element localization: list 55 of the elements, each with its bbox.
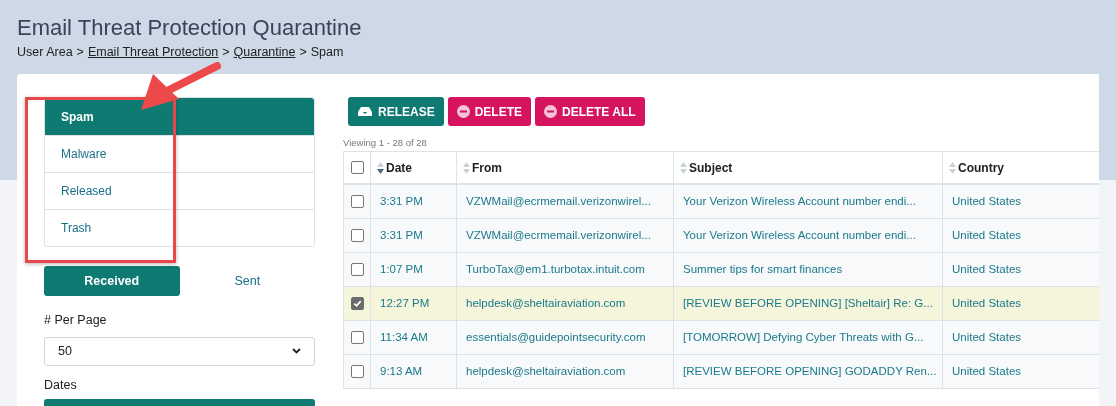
viewing-count: Viewing 1 - 28 of 28	[343, 136, 427, 148]
table-cell-text: essentials@guidepointsecurity.com	[466, 329, 646, 345]
breadcrumb-separator: >	[76, 43, 84, 61]
per-page-select[interactable]: 50	[44, 336, 315, 366]
breadcrumb-separator: >	[299, 43, 307, 61]
table-row[interactable]: 9:13 AM helpdesk@sheltairaviation.com [REVIEW BEFORE OPENING] GODADDY Ren... United States	[344, 355, 1099, 389]
table-cell-text: helpdesk@sheltairaviation.com	[466, 363, 626, 379]
table-cell-text: [REVIEW BEFORE OPENING] [Sheltair] Re: G...	[683, 295, 933, 311]
table-cell-text: United States	[952, 227, 1022, 243]
table-cell-text: [TOMORROW] Defying Cyber Threats with G...	[683, 329, 924, 345]
table-cell-text: TurboTax@em1.turbotax.intuit.com	[466, 261, 645, 277]
table-row[interactable]: 1:07 PM TurboTax@em1.turbotax.intuit.com Summer tips for smart finances United States	[344, 253, 1099, 287]
table-row[interactable]: 3:31 PM VZWMail@ecrmemail.verizonwirel... Your Verizon Wireless Account number endi... United States	[344, 219, 1099, 253]
folder-item[interactable]: Trash	[45, 209, 314, 246]
table-cell-text: VZWMail@ecrmemail.verizonwirel...	[466, 227, 651, 243]
folder-item[interactable]: Spam	[45, 98, 314, 135]
table-cell-text: helpdesk@sheltairaviation.com	[466, 295, 626, 311]
table-cell-text: 3:31 PM	[380, 193, 423, 209]
breadcrumb-item: Spam	[310, 43, 344, 61]
table-cell-text: 11:34 AM	[380, 329, 428, 345]
table-cell-text: Summer tips for smart finances	[683, 261, 843, 277]
breadcrumb-link[interactable]: Quarantine	[233, 42, 296, 62]
column-header[interactable]: Country	[958, 158, 1004, 177]
folder-item[interactable]: Released	[45, 172, 314, 209]
table-row[interactable]: 12:27 PM helpdesk@sheltairaviation.com [REVIEW BEFORE OPENING] [Sheltair] Re: G... United States	[344, 287, 1099, 321]
table-cell-text: 3:31 PM	[380, 227, 423, 243]
table-row[interactable]: 11:34 AM essentials@guidepointsecurity.com [TOMORROW] Defying Cyber Threats with G... United States	[344, 321, 1099, 355]
breadcrumb-item: User Area	[17, 43, 73, 61]
column-header[interactable]: Subject	[689, 158, 733, 177]
page-title: Email Threat Protection Quarantine	[17, 14, 362, 42]
per-page-label: # Per Page	[44, 312, 107, 329]
table-cell-text: 9:13 AM	[380, 363, 423, 379]
table-cell-text: United States	[952, 329, 1022, 345]
column-header[interactable]: From	[472, 158, 502, 177]
table-cell-text: United States	[952, 261, 1022, 277]
direction-tab[interactable]: Sent	[179, 266, 315, 296]
table-cell-text: VZWMail@ecrmemail.verizonwirel...	[466, 193, 651, 209]
action-button[interactable]: DELETE	[447, 97, 532, 126]
table-row[interactable]: 3:31 PM VZWMail@ecrmemail.verizonwirel... Your Verizon Wireless Account number endi... United States	[344, 185, 1099, 219]
folder-item[interactable]: Malware	[45, 135, 314, 172]
table-cell-text: United States	[952, 295, 1022, 311]
action-button[interactable]: DELETE ALL	[535, 97, 645, 126]
table-cell-text: United States	[952, 363, 1022, 379]
table-cell-text: [REVIEW BEFORE OPENING] GODADDY Ren...	[683, 363, 937, 379]
table-cell-text: United States	[952, 193, 1022, 209]
table-cell-text: Your Verizon Wireless Account number endi...	[683, 193, 916, 209]
dates-label: Dates	[44, 376, 77, 394]
column-header[interactable]: Date	[386, 158, 412, 177]
breadcrumb-link[interactable]: Email Threat Protection	[87, 42, 219, 62]
breadcrumb-separator: >	[222, 43, 230, 61]
table-cell-text: 12:27 PM	[380, 295, 430, 311]
table-cell-text: Your Verizon Wireless Account number endi...	[683, 227, 916, 243]
table-cell-text: 1:07 PM	[380, 261, 423, 277]
direction-tab[interactable]: Received	[44, 266, 180, 296]
action-button[interactable]: RELEASE	[348, 97, 444, 126]
